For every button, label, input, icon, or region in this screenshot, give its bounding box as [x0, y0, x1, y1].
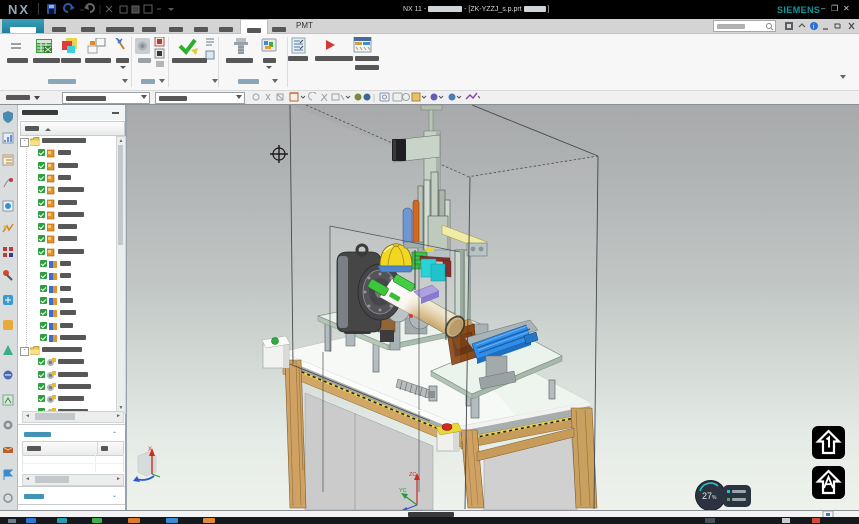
- svg-text:27%: 27%: [702, 491, 717, 501]
- svg-text:YC: YC: [399, 488, 407, 494]
- svg-text:X: X: [148, 447, 152, 453]
- svg-text:ZC: ZC: [409, 472, 416, 478]
- svg-text:i: i: [813, 23, 815, 31]
